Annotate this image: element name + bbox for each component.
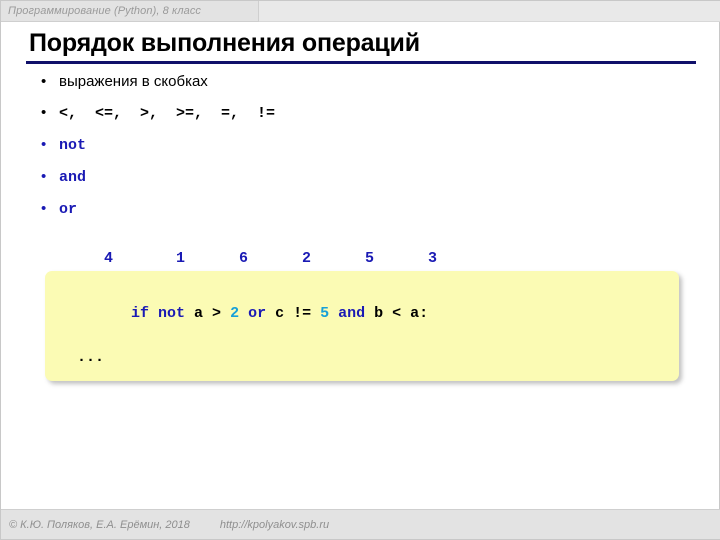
code-block: if not a > 2 or c != 5 and b < a: ... — [45, 271, 679, 381]
code-token-or: or — [248, 305, 276, 322]
code-line-1: if not a > 2 or c != 5 and b < a: — [45, 281, 679, 347]
list-item-label: <, <=, >, >=, =, != — [59, 105, 276, 122]
footer-bar: © К.Ю. Поляков, Е.А. Ерёмин, 2018 http:/… — [1, 509, 720, 539]
code-token-space-2 — [329, 305, 338, 322]
code-token-num-2: 2 — [230, 305, 240, 322]
footer-copyright: © К.Ю. Поляков, Е.А. Ерёмин, 2018 — [9, 518, 190, 531]
code-token-c-ne: c != — [275, 305, 321, 322]
course-label: Программирование (Python), 8 класс — [8, 5, 202, 17]
list-item: • or — [41, 201, 661, 233]
page-title: Порядок выполнения операций — [29, 29, 420, 57]
code-token-and: and — [338, 305, 375, 322]
code-token-space-1 — [239, 305, 248, 322]
evaluation-order-numbers: 4 1 6 2 5 3 — [59, 250, 438, 267]
list-item: • and — [41, 169, 661, 201]
list-item: • not — [41, 137, 661, 169]
bullet-icon: • — [41, 168, 47, 185]
code-area: 4 1 6 2 5 3 if not a > 2 or c != 5 and b… — [45, 247, 685, 381]
code-token-a-gt: a > — [194, 305, 231, 322]
bullet-icon: • — [41, 200, 47, 217]
bullet-icon: • — [41, 136, 47, 153]
bullet-list: • выражения в скобках • <, <=, >, >=, =,… — [41, 73, 661, 233]
code-token-num-5: 5 — [320, 305, 330, 322]
list-item-label: and — [59, 169, 87, 186]
code-token-if: if — [131, 305, 159, 322]
footer-url[interactable]: http://kpolyakov.spb.ru — [190, 519, 329, 531]
bullet-icon: • — [41, 73, 47, 90]
bullet-icon: • — [41, 104, 47, 121]
code-line-2: ... — [59, 349, 105, 366]
header-bar: Программирование (Python), 8 класс — [1, 1, 259, 22]
list-item-label: выражения в скобках — [59, 73, 208, 90]
title-divider — [26, 61, 696, 64]
list-item-label: not — [59, 137, 87, 154]
list-item-label: or — [59, 201, 78, 218]
header-strip — [259, 1, 720, 22]
code-token-not: not — [158, 305, 195, 322]
code-token-b-lt-a-colon: b < a: — [374, 305, 429, 322]
list-item: • выражения в скобках — [41, 73, 661, 105]
slide: Программирование (Python), 8 класс Поряд… — [0, 0, 720, 540]
list-item: • <, <=, >, >=, =, != — [41, 105, 661, 137]
